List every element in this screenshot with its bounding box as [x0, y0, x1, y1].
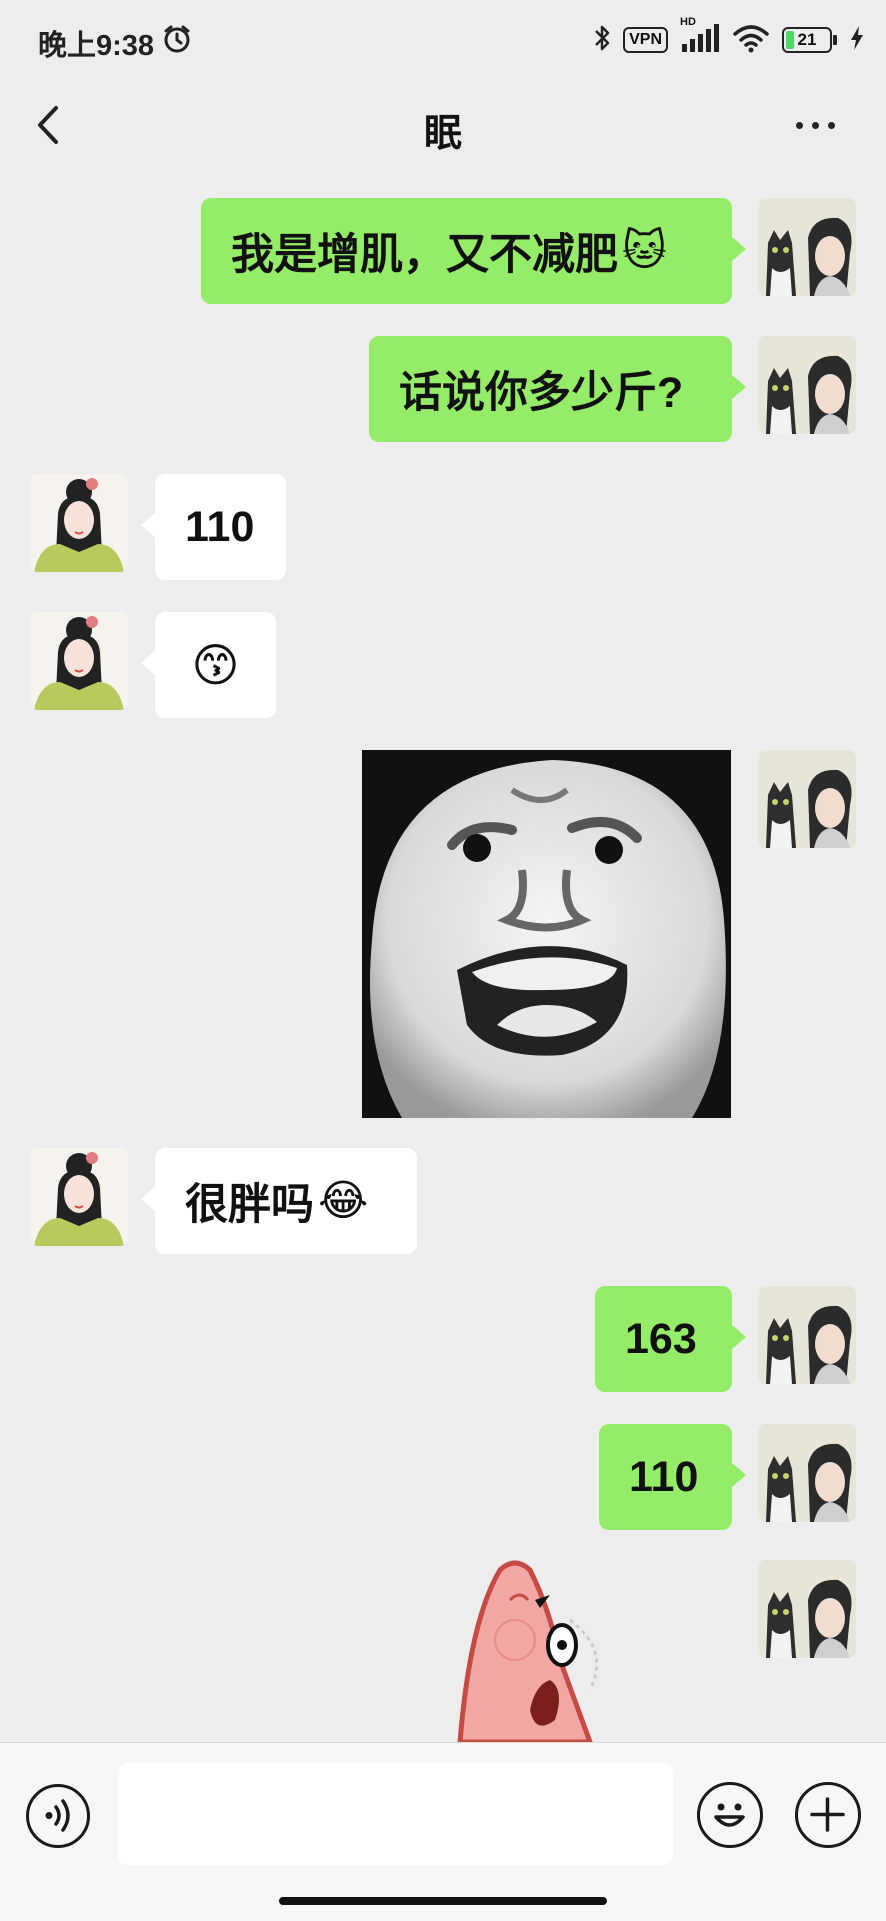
more-dot [811, 121, 819, 129]
message-input[interactable] [118, 1763, 673, 1865]
message-bubble[interactable]: 我是增肌，又不减肥 🐱 [201, 198, 746, 304]
woman-avatar-icon [30, 1148, 128, 1246]
plus-icon [810, 1797, 845, 1832]
laughing-crying-emoji-icon: 😂 [318, 1177, 369, 1225]
man-with-cat-avatar-icon [758, 198, 856, 296]
patrick-star-icon [457, 1560, 599, 1742]
alarm-icon [162, 24, 192, 54]
patrick-star-sticker[interactable] [440, 1560, 630, 1742]
plus-button[interactable] [795, 1782, 861, 1848]
shocked-face-sticker[interactable] [362, 750, 731, 1118]
shocked-face-sticker-icon [362, 750, 731, 1118]
man-with-cat-avatar-icon [758, 1560, 856, 1658]
bluetooth-icon [593, 23, 611, 58]
contact-avatar[interactable] [30, 474, 128, 572]
status-icons: VPN HD 21 [593, 16, 864, 60]
message-bubble[interactable]: 163 [595, 1286, 746, 1392]
more-button[interactable] [790, 110, 840, 140]
more-dot [795, 121, 803, 129]
contact-avatar[interactable] [30, 612, 128, 710]
signal-icon: HD [680, 16, 720, 57]
charging-icon [850, 25, 864, 55]
my-avatar[interactable] [758, 1560, 856, 1658]
man-with-cat-avatar-icon [758, 336, 856, 434]
status-time: 晚上9:38 [38, 30, 155, 62]
message-text: 163 [625, 1314, 697, 1363]
contact-avatar[interactable] [30, 1148, 128, 1246]
woman-avatar-icon [30, 474, 128, 572]
message-text: 很胖吗 [185, 1181, 314, 1229]
man-with-cat-avatar-icon [758, 750, 856, 848]
cat-emoji-icon: 🐱 [622, 227, 667, 275]
emoji-button[interactable] [697, 1782, 763, 1848]
message-bubble[interactable]: 😙 [141, 612, 276, 718]
message-text: 话说你多少斤? [399, 369, 684, 417]
my-avatar[interactable] [758, 750, 856, 848]
message-bubble[interactable]: 话说你多少斤? [369, 336, 746, 442]
message-text: 110 [185, 502, 255, 551]
chat-title: 眠 [423, 113, 462, 155]
vpn-badge: VPN [623, 27, 668, 53]
man-with-cat-avatar-icon [758, 1424, 856, 1522]
voice-icon [45, 1799, 70, 1832]
message-text: 我是增肌，又不减肥 [231, 231, 618, 279]
message-bubble[interactable]: 110 [141, 474, 286, 580]
man-with-cat-avatar-icon [758, 1286, 856, 1384]
battery-icon: 21 [782, 27, 837, 53]
home-indicator[interactable] [279, 1897, 607, 1905]
message-bubble[interactable]: 110 [599, 1424, 746, 1530]
battery-level: 21 [797, 30, 817, 49]
voice-button[interactable] [26, 1784, 90, 1848]
woman-avatar-icon [30, 612, 128, 710]
my-avatar[interactable] [758, 336, 856, 434]
kissing-emoji-icon: 😙 [191, 639, 240, 691]
message-bubble[interactable]: 很胖吗 😂 [141, 1148, 417, 1254]
more-dot [827, 121, 835, 129]
hd-label: HD [680, 15, 696, 28]
my-avatar[interactable] [758, 1424, 856, 1522]
smiley-icon [714, 1803, 745, 1827]
my-avatar[interactable] [758, 198, 856, 296]
wifi-icon [732, 23, 770, 58]
my-avatar[interactable] [758, 1286, 856, 1384]
message-text: 110 [629, 1452, 699, 1501]
